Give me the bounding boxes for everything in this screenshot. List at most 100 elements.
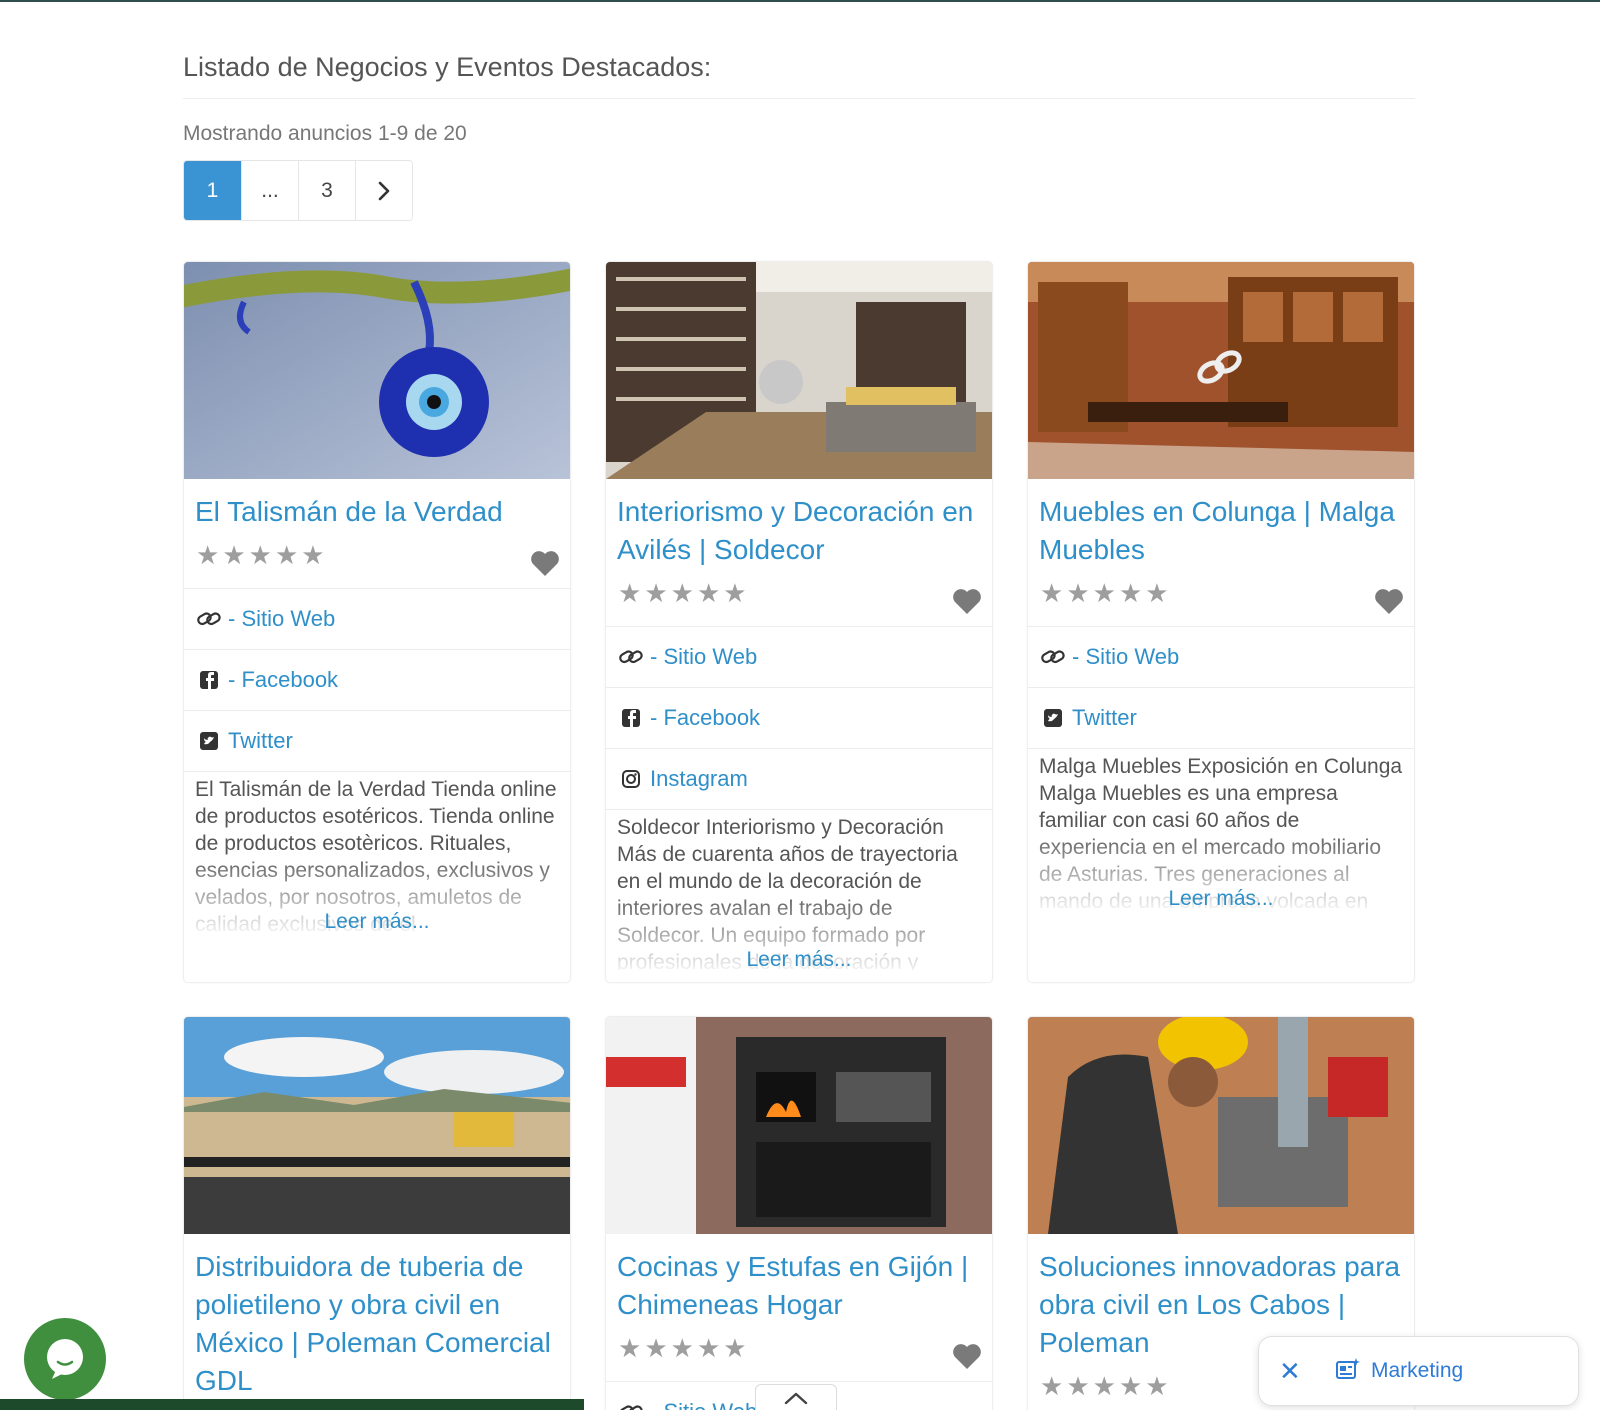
chat-bubble-icon bbox=[47, 1339, 83, 1379]
read-more-link[interactable]: Leer más... bbox=[606, 946, 992, 970]
star-icon: ★ bbox=[1092, 1371, 1116, 1401]
link-icon bbox=[1040, 645, 1066, 669]
listing-image[interactable] bbox=[606, 262, 992, 479]
website-link[interactable]: - Sitio Web bbox=[1028, 627, 1414, 688]
facebook-link-label: - Facebook bbox=[650, 705, 761, 730]
twitter-link-label: Twitter bbox=[1072, 705, 1137, 730]
website-link-label: - Sitio Web bbox=[228, 606, 336, 631]
facebook-link[interactable]: - Facebook bbox=[184, 650, 570, 711]
star-icon: ★ bbox=[618, 1333, 642, 1363]
star-icon: ★ bbox=[196, 540, 220, 570]
chevron-up-icon bbox=[784, 1392, 808, 1405]
close-icon[interactable]: ✕ bbox=[1279, 1356, 1313, 1387]
page-3-button[interactable]: 3 bbox=[298, 161, 355, 220]
listing-card: Cocinas y Estufas en Gijón | Chimeneas H… bbox=[605, 1016, 993, 1410]
link-icon bbox=[618, 645, 644, 669]
listing-title[interactable]: Muebles en Colunga | Malga Muebles bbox=[1028, 479, 1414, 569]
listing-card: Muebles en Colunga | Malga Muebles ★ ★ ★ ★ ★… bbox=[1027, 261, 1415, 983]
star-icon: ★ bbox=[723, 578, 747, 608]
instagram-icon bbox=[618, 767, 644, 791]
listing-description: Soldecor Interiorismo y Decoración Más d… bbox=[606, 810, 992, 970]
star-icon: ★ bbox=[274, 540, 299, 570]
heart-icon[interactable] bbox=[952, 587, 982, 615]
listing-image[interactable] bbox=[184, 1017, 570, 1234]
listing-description: El Talismán de la Verdad Tienda online d… bbox=[184, 772, 570, 932]
title-divider bbox=[183, 98, 1415, 99]
heart-icon[interactable] bbox=[952, 1342, 982, 1370]
rating-row: ★ ★ ★ ★ ★ bbox=[606, 569, 992, 627]
star-icon: ★ bbox=[301, 540, 325, 570]
link-icon bbox=[196, 607, 222, 631]
star-icon: ★ bbox=[723, 1333, 747, 1363]
website-link[interactable]: - Sitio Web bbox=[606, 627, 992, 688]
star-icon: ★ bbox=[618, 578, 642, 608]
star-rating[interactable]: ★ ★ ★ ★ ★ bbox=[618, 579, 980, 607]
read-more-link[interactable]: Leer más... bbox=[184, 908, 570, 932]
star-icon: ★ bbox=[1145, 1371, 1169, 1401]
next-page-button[interactable] bbox=[355, 161, 412, 220]
twitter-link[interactable]: Twitter bbox=[184, 711, 570, 772]
facebook-link-label: - Facebook bbox=[228, 667, 339, 692]
twitter-link[interactable]: Twitter bbox=[1028, 688, 1414, 749]
website-link[interactable]: - Sitio Web bbox=[184, 589, 570, 650]
listing-image[interactable] bbox=[1028, 1017, 1414, 1234]
facebook-icon bbox=[618, 706, 644, 730]
rating-row: ★ ★ ★ ★ ★ bbox=[1028, 569, 1414, 627]
page-title: Listado de Negocios y Eventos Destacados… bbox=[183, 52, 712, 82]
star-icon: ★ bbox=[644, 1333, 668, 1363]
heart-icon[interactable] bbox=[530, 549, 560, 577]
listing-title[interactable]: Interiorismo y Decoración en Avilés | So… bbox=[606, 479, 992, 569]
star-icon: ★ bbox=[670, 578, 694, 608]
star-icon: ★ bbox=[1118, 1371, 1143, 1401]
top-border bbox=[0, 0, 1600, 2]
listing-title[interactable]: Distribuidora de tuberia de polietileno … bbox=[184, 1234, 570, 1400]
read-more-link[interactable]: Leer más... bbox=[1028, 885, 1414, 909]
link-icon bbox=[618, 1400, 644, 1410]
listing-description: Malga Muebles Exposición en Colunga Malg… bbox=[1028, 749, 1414, 909]
listing-image[interactable] bbox=[606, 1017, 992, 1234]
star-icon: ★ bbox=[1066, 578, 1090, 608]
listing-card: Distribuidora de tuberia de polietileno … bbox=[183, 1016, 571, 1410]
marketing-widget: ✕ Marketing bbox=[1258, 1336, 1579, 1406]
pagination: 1 ... 3 bbox=[183, 160, 413, 221]
star-icon: ★ bbox=[696, 578, 721, 608]
rating-row: ★ ★ ★ ★ ★ bbox=[606, 1324, 992, 1382]
instagram-link[interactable]: Instagram bbox=[606, 749, 992, 810]
results-count: Mostrando anuncios 1-9 de 20 bbox=[183, 122, 467, 145]
star-icon: ★ bbox=[670, 1333, 694, 1363]
scroll-to-top-button[interactable] bbox=[755, 1384, 837, 1410]
heart-icon[interactable] bbox=[1374, 587, 1404, 615]
star-icon: ★ bbox=[1118, 578, 1143, 608]
star-icon: ★ bbox=[222, 540, 246, 570]
star-icon: ★ bbox=[1066, 1371, 1090, 1401]
listing-image[interactable] bbox=[1028, 262, 1414, 479]
website-link-label: - Sitio Web bbox=[1072, 644, 1180, 669]
newspaper-sparkle-icon bbox=[1335, 1357, 1361, 1386]
website-link-label: - Sitio Web bbox=[650, 644, 758, 669]
instagram-link-label: Instagram bbox=[650, 766, 748, 791]
star-icon: ★ bbox=[1040, 578, 1064, 608]
facebook-link[interactable]: - Facebook bbox=[606, 688, 992, 749]
twitter-link-label: Twitter bbox=[228, 728, 293, 753]
rating-row: ★ ★ ★ ★ ★ bbox=[184, 531, 570, 589]
star-rating[interactable]: ★ ★ ★ ★ ★ bbox=[618, 1334, 980, 1362]
twitter-icon bbox=[1040, 706, 1066, 730]
status-bar bbox=[0, 1399, 584, 1410]
facebook-icon bbox=[196, 668, 222, 692]
star-icon: ★ bbox=[248, 540, 272, 570]
listing-image[interactable] bbox=[184, 262, 570, 479]
listing-card: Interiorismo y Decoración en Avilés | So… bbox=[605, 261, 993, 983]
star-icon: ★ bbox=[696, 1333, 721, 1363]
chevron-right-icon bbox=[378, 181, 390, 200]
star-icon: ★ bbox=[644, 578, 668, 608]
listing-title[interactable]: Cocinas y Estufas en Gijón | Chimeneas H… bbox=[606, 1234, 992, 1324]
marketing-button[interactable]: Marketing bbox=[1371, 1359, 1463, 1383]
listing-card: El Talismán de la Verdad ★ ★ ★ ★ ★ - Sitio W… bbox=[183, 261, 571, 983]
page-1-button[interactable]: 1 bbox=[184, 161, 241, 220]
page-ellipsis: ... bbox=[241, 161, 298, 220]
chat-button[interactable] bbox=[24, 1318, 106, 1400]
star-rating[interactable]: ★ ★ ★ ★ ★ bbox=[196, 541, 558, 569]
star-rating[interactable]: ★ ★ ★ ★ ★ bbox=[1040, 579, 1402, 607]
website-link-label: - Sitio Web bbox=[650, 1399, 757, 1410]
listing-title[interactable]: El Talismán de la Verdad bbox=[184, 479, 570, 531]
